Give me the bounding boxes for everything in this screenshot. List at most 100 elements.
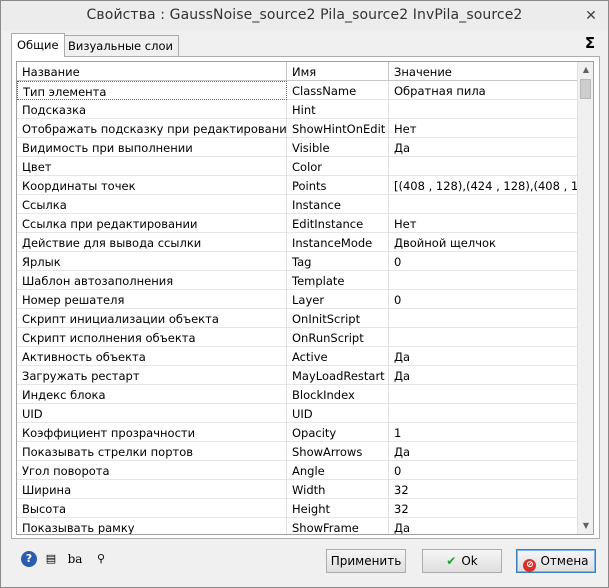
property-id-cell: MayLoadRestart: [287, 366, 389, 385]
column-header-id[interactable]: Имя: [287, 62, 389, 81]
property-name-cell: Тип элемента: [17, 81, 287, 100]
table-row[interactable]: Коэффициент прозрачности Opacity 1: [17, 423, 579, 442]
sigma-icon[interactable]: Σ: [582, 34, 598, 52]
property-value-cell[interactable]: 0: [389, 461, 579, 480]
table-row[interactable]: UID UID: [17, 404, 579, 423]
property-value-cell[interactable]: Да: [389, 138, 579, 157]
property-value-cell[interactable]: Двойной щелчок: [389, 233, 579, 252]
column-header-value[interactable]: Значение: [389, 62, 579, 81]
window-title: Свойства : GaussNoise_source2 Pila_sourc…: [86, 7, 523, 23]
property-name-cell: Ссылка: [17, 195, 287, 214]
font-icon[interactable]: ba: [67, 551, 83, 567]
property-id-cell: ShowFrame: [287, 518, 389, 534]
table-row[interactable]: Скрипт инициализации объекта OnInitScript: [17, 309, 579, 328]
property-name-cell: Шаблон автозаполнения: [17, 271, 287, 290]
property-id-cell: ClassName: [287, 81, 389, 100]
property-value-cell[interactable]: Да: [389, 347, 579, 366]
scroll-thumb[interactable]: [580, 79, 591, 99]
tab-visual-layers[interactable]: Визуальные слои: [62, 35, 179, 57]
property-value-cell[interactable]: [389, 385, 579, 404]
table-row[interactable]: Шаблон автозаполнения Template: [17, 271, 579, 290]
table-row[interactable]: Координаты точек Points [(408 , 128),(424 …: [17, 176, 579, 195]
property-name-cell: UID: [17, 404, 287, 423]
property-value-cell[interactable]: [389, 271, 579, 290]
property-id-cell: Width: [287, 480, 389, 499]
table-row[interactable]: Активность объекта Active Да: [17, 347, 579, 366]
table-row[interactable]: Ширина Width 32: [17, 480, 579, 499]
property-value-cell[interactable]: [389, 100, 579, 119]
cancel-button-label: Отмена: [540, 554, 589, 568]
zoom-icon[interactable]: ⚲: [93, 551, 109, 567]
table-row[interactable]: Видимость при выполнении Visible Да: [17, 138, 579, 157]
property-value-cell[interactable]: Да: [389, 366, 579, 385]
property-name-cell: Видимость при выполнении: [17, 138, 287, 157]
table-row[interactable]: Тип элемента ClassName Обратная пила: [17, 81, 579, 100]
scroll-down-icon[interactable]: ▼: [578, 518, 593, 534]
cancel-button[interactable]: ⊘ Отмена: [516, 549, 596, 573]
property-value-cell[interactable]: [389, 195, 579, 214]
table-row[interactable]: Ярлык Tag 0: [17, 252, 579, 271]
property-id-cell: EditInstance: [287, 214, 389, 233]
table-row[interactable]: Высота Height 32: [17, 499, 579, 518]
table-row[interactable]: Действие для вывода ссылки InstanceMode Дв…: [17, 233, 579, 252]
property-name-cell: Индекс блока: [17, 385, 287, 404]
property-value-cell[interactable]: Обратная пила: [389, 81, 579, 100]
table-row[interactable]: Показывать стрелки портов ShowArrows Да: [17, 442, 579, 461]
column-header-name[interactable]: Название: [17, 62, 287, 81]
property-id-cell: Template: [287, 271, 389, 290]
property-value-cell[interactable]: [(408 , 128),(424 , 128),(408 , 112)]: [389, 176, 579, 195]
property-id-cell: Hint: [287, 100, 389, 119]
property-value-cell[interactable]: [389, 328, 579, 347]
property-id-cell: Layer: [287, 290, 389, 309]
property-id-cell: OnRunScript: [287, 328, 389, 347]
property-name-cell: Скрипт инициализации объекта: [17, 309, 287, 328]
table-row[interactable]: Ссылка при редактировании EditInstance Нет: [17, 214, 579, 233]
table-row[interactable]: Скрипт исполнения объекта OnRunScript: [17, 328, 579, 347]
property-value-cell[interactable]: 32: [389, 480, 579, 499]
property-value-cell[interactable]: 1: [389, 423, 579, 442]
table-row[interactable]: Угол поворота Angle 0: [17, 461, 579, 480]
properties-icon[interactable]: ▤: [43, 551, 59, 567]
table-row[interactable]: Загружать рестарт MayLoadRestart Да: [17, 366, 579, 385]
property-value-cell[interactable]: Нет: [389, 214, 579, 233]
table-row[interactable]: Индекс блока BlockIndex: [17, 385, 579, 404]
close-icon[interactable]: ✕: [584, 9, 598, 23]
table-row[interactable]: Отображать подсказку при редактировании S…: [17, 119, 579, 138]
property-value-cell[interactable]: 0: [389, 252, 579, 271]
property-id-cell: Visible: [287, 138, 389, 157]
property-value-cell[interactable]: [389, 404, 579, 423]
ok-button-label: Ok: [461, 554, 478, 568]
grid-rows: Тип элемента ClassName Обратная пила Подска…: [17, 81, 579, 534]
property-value-cell[interactable]: Нет: [389, 119, 579, 138]
help-icon[interactable]: ?: [21, 551, 37, 567]
property-id-cell: Tag: [287, 252, 389, 271]
property-name-cell: Координаты точек: [17, 176, 287, 195]
property-value-cell[interactable]: [389, 309, 579, 328]
property-value-cell[interactable]: Да: [389, 518, 579, 534]
tab-general[interactable]: Общие: [11, 33, 65, 57]
table-row[interactable]: Цвет Color: [17, 157, 579, 176]
property-name-cell: Загружать рестарт: [17, 366, 287, 385]
table-row[interactable]: Номер решателя Layer 0: [17, 290, 579, 309]
property-id-cell: UID: [287, 404, 389, 423]
ok-button[interactable]: ✔ Ok: [422, 549, 502, 573]
property-name-cell: Ширина: [17, 480, 287, 499]
vertical-scrollbar[interactable]: ▲ ▼: [577, 62, 593, 534]
property-value-cell[interactable]: 0: [389, 290, 579, 309]
property-value-cell[interactable]: Да: [389, 442, 579, 461]
properties-dialog: Свойства : GaussNoise_source2 Pila_sourc…: [0, 0, 609, 588]
property-value-cell[interactable]: 32: [389, 499, 579, 518]
property-value-cell[interactable]: [389, 157, 579, 176]
apply-button[interactable]: Применить: [326, 549, 406, 573]
property-name-cell: Ярлык: [17, 252, 287, 271]
property-name-cell: Показывать стрелки портов: [17, 442, 287, 461]
property-id-cell: Height: [287, 499, 389, 518]
property-name-cell: Отображать подсказку при редактировании: [17, 119, 287, 138]
property-name-cell: Коэффициент прозрачности: [17, 423, 287, 442]
scroll-up-icon[interactable]: ▲: [578, 62, 593, 78]
property-name-cell: Цвет: [17, 157, 287, 176]
apply-button-label: Применить: [330, 554, 402, 568]
table-row[interactable]: Ссылка Instance: [17, 195, 579, 214]
table-row[interactable]: Подсказка Hint: [17, 100, 579, 119]
table-row[interactable]: Показывать рамку ShowFrame Да: [17, 518, 579, 534]
